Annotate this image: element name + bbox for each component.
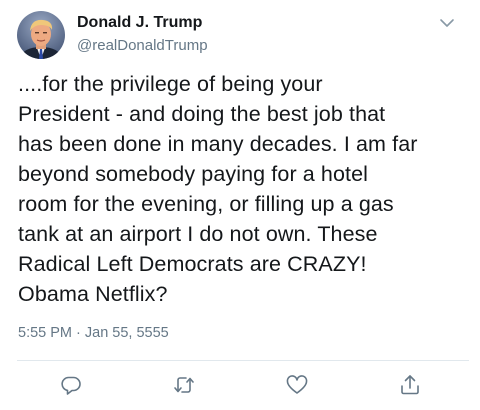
profile-photo-icon bbox=[17, 11, 65, 59]
heart-icon bbox=[286, 375, 308, 394]
retweet-button[interactable] bbox=[171, 372, 197, 398]
share-button[interactable] bbox=[397, 372, 423, 398]
tweet-text: ....for the privilege of being your Pres… bbox=[18, 72, 418, 306]
chevron-down-icon bbox=[440, 19, 454, 27]
author-display-name[interactable]: Donald J. Trump bbox=[77, 14, 202, 32]
reply-icon bbox=[61, 376, 81, 395]
reply-button[interactable] bbox=[58, 372, 84, 398]
tweet-card: Donald J. Trump @realDonaldTrump ....for… bbox=[0, 0, 480, 410]
author-handle[interactable]: @realDonaldTrump bbox=[77, 37, 208, 54]
divider bbox=[17, 360, 469, 361]
retweet-icon bbox=[174, 377, 194, 393]
like-button[interactable] bbox=[284, 372, 310, 398]
tweet-menu-button[interactable] bbox=[436, 14, 458, 32]
avatar[interactable] bbox=[17, 11, 65, 59]
share-icon bbox=[401, 375, 419, 395]
tweet-timestamp[interactable]: 5:55 PM · Jan 55, 5555 bbox=[18, 325, 169, 341]
